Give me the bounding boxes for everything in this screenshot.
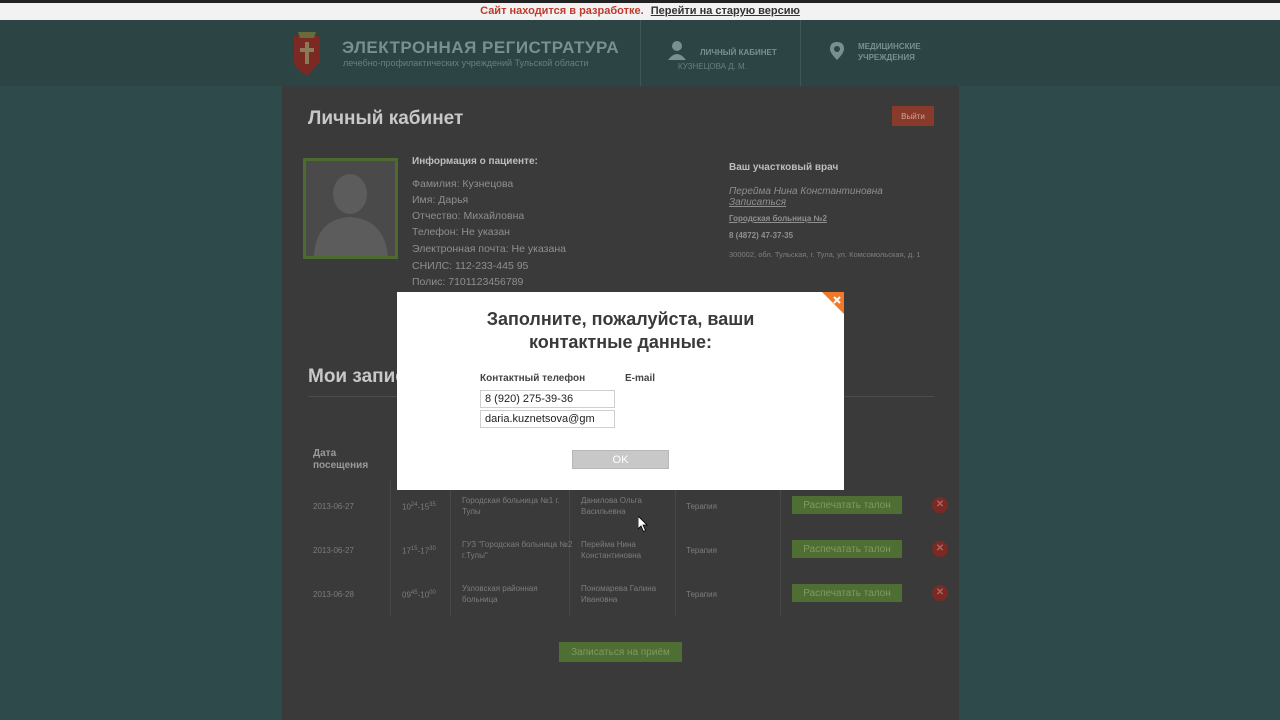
user-silhouette-icon xyxy=(314,174,388,256)
row-time: 1715-1730 xyxy=(402,546,436,556)
header-divider xyxy=(800,20,801,86)
row-clinic: Городская больница №1 г. Тулы xyxy=(462,496,560,516)
doctor-heading: Ваш участковый врач xyxy=(729,162,839,173)
dev-banner: Сайт находится в разработке. Перейти на … xyxy=(0,0,1280,20)
modal-title-line: контактные данные: xyxy=(528,332,713,352)
logout-button[interactable]: Выйти xyxy=(892,106,934,126)
patient-info-heading: Информация о пациенте: xyxy=(412,156,538,167)
row-date: 2013-06-27 xyxy=(313,502,354,511)
print-ticket-button[interactable]: Распечатать талон xyxy=(792,584,902,602)
table-row: 2013-06-28 0945-1000 Узловская районная … xyxy=(304,572,948,616)
row-doctor: Пономарева Галина Ивановна xyxy=(581,584,657,604)
modal-title-line: Заполните, пожалуйста, ваши xyxy=(486,309,755,329)
header-divider xyxy=(640,20,641,86)
tula-coat-of-arms-icon xyxy=(294,32,320,76)
row-clinic: ГУЗ "Городская больница №2 г.Тулы" xyxy=(462,540,573,560)
mouse-cursor-icon xyxy=(638,516,648,532)
cancel-record-icon[interactable]: ✕ xyxy=(932,585,948,601)
row-doctor: Данилова Ольга Васильевна xyxy=(581,496,642,516)
doctor-phone: 8 (4872) 47-37-35 xyxy=(729,231,794,240)
doctor-address: 300002, обл. Тульская, г. Тула, ул. Комс… xyxy=(729,250,921,259)
row-clinic: Узловская районная больница xyxy=(462,584,538,604)
signup-appointment-button[interactable]: Записаться на приём xyxy=(559,642,682,662)
modal-title: Заполните, пожалуйста, ваши контактные д… xyxy=(397,308,844,354)
doctor-signup-link[interactable]: Записаться xyxy=(729,197,786,208)
doctor-name: Перейма Нина Константиновна xyxy=(729,186,883,197)
doctor-hospital-link[interactable]: Городская больница №2 xyxy=(729,214,827,223)
patient-surname: Фамилия: Кузнецова xyxy=(412,178,514,190)
cancel-record-icon[interactable]: ✕ xyxy=(932,541,948,557)
page-title: Личный кабинет xyxy=(308,108,464,129)
ok-button[interactable]: OK xyxy=(572,450,669,469)
brand-subtitle: лечебно-профилактических учреждений Туль… xyxy=(343,58,589,68)
user-icon xyxy=(668,41,686,60)
row-time: 1024-1535 xyxy=(402,502,436,512)
row-specialty: Терапия xyxy=(686,546,717,555)
email-input[interactable] xyxy=(480,410,615,428)
row-doctor: Перейма Нина Константиновна xyxy=(581,540,642,560)
phone-input[interactable] xyxy=(480,390,615,408)
patient-policy: Полис: 7101123456789 xyxy=(412,276,524,288)
table-row: 2013-06-27 1024-1535 Городская больница … xyxy=(304,484,948,528)
patient-email: Электронная почта: Не указана xyxy=(412,243,566,255)
site-header: ЭЛЕКТРОННАЯ РЕГИСТРАТУРА лечебно-профила… xyxy=(0,20,1280,86)
cancel-record-icon[interactable]: ✕ xyxy=(932,497,948,513)
phone-label: Контактный телефон xyxy=(480,373,586,384)
row-specialty: Терапия xyxy=(686,590,717,599)
map-pin-icon xyxy=(830,42,844,60)
row-date: 2013-06-28 xyxy=(313,590,354,599)
contact-modal: Заполните, пожалуйста, ваши контактные д… xyxy=(397,292,844,490)
cabinet-user: КУЗНЕЦОВА Д. М. xyxy=(678,62,747,71)
cabinet-label: ЛИЧНЫЙ КАБИНЕТ xyxy=(700,48,777,57)
dev-warning: Сайт находится в разработке. xyxy=(480,5,644,17)
patient-patronymic: Отчество: Михайловна xyxy=(412,210,525,222)
patient-phone: Телефон: Не указан xyxy=(412,226,510,238)
patient-snils: СНИЛС: 112-233-445 95 xyxy=(412,260,529,272)
institutions-label: МЕДИЦИНСКИЕ УЧРЕЖДЕНИЯ xyxy=(858,42,921,62)
old-version-link[interactable]: Перейти на старую версию xyxy=(651,5,800,17)
row-specialty: Терапия xyxy=(686,502,717,511)
brand-title: ЭЛЕКТРОННАЯ РЕГИСТРАТУРА xyxy=(342,38,620,57)
avatar xyxy=(303,158,398,259)
row-time: 0945-1000 xyxy=(402,590,436,600)
table-row: 2013-06-27 1715-1730 ГУЗ "Городская боль… xyxy=(304,528,948,572)
email-label: E-mail xyxy=(625,373,656,384)
print-ticket-button[interactable]: Распечатать талон xyxy=(792,540,902,558)
print-ticket-button[interactable]: Распечатать талон xyxy=(792,496,902,514)
col-date-header: Дата посещения xyxy=(313,448,369,471)
patient-name: Имя: Дарья xyxy=(412,194,469,206)
row-date: 2013-06-27 xyxy=(313,546,354,555)
